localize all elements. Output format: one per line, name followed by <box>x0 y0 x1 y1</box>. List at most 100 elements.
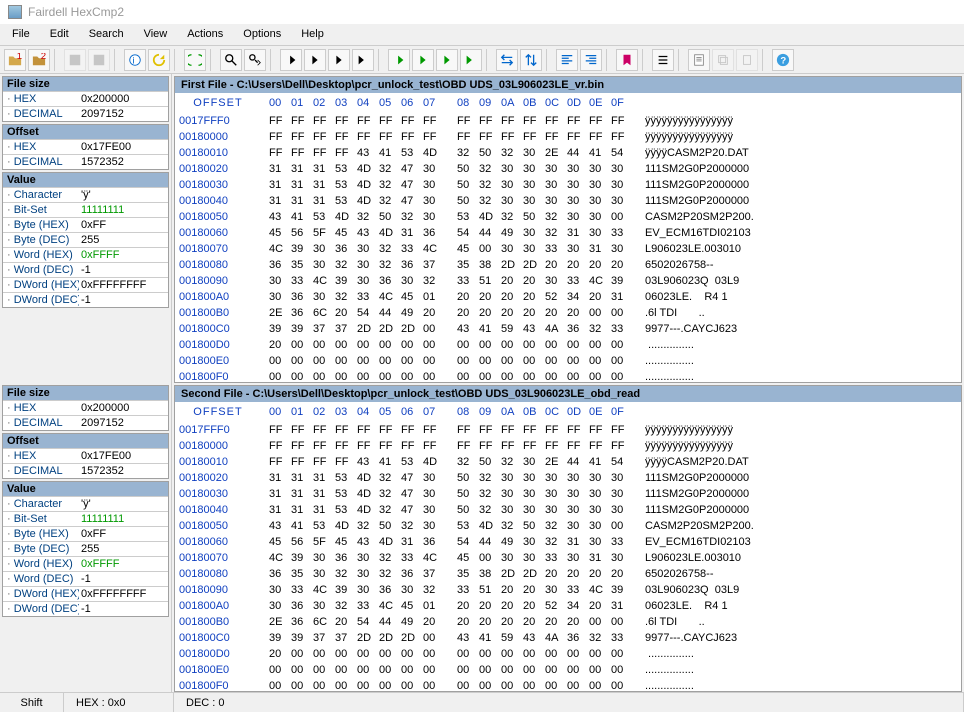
first-match-button[interactable] <box>388 49 410 71</box>
hex-byte[interactable]: 32 <box>401 209 423 225</box>
hex-ascii[interactable]: ............... <box>633 646 957 662</box>
hex-byte[interactable]: 39 <box>291 550 313 566</box>
hex-byte[interactable]: 44 <box>379 305 401 321</box>
hex-byte[interactable]: 00 <box>335 646 357 662</box>
hex-byte[interactable]: 2D <box>501 566 523 582</box>
hex-byte[interactable]: 00 <box>423 662 445 678</box>
hex-byte[interactable]: 00 <box>611 353 633 369</box>
hex-byte[interactable]: 20 <box>611 257 633 273</box>
hex-row[interactable]: 001800E000000000000000000000000000000000… <box>175 353 961 369</box>
hex-byte[interactable]: 32 <box>545 534 567 550</box>
hex-byte[interactable]: 00 <box>291 646 313 662</box>
hex-byte[interactable]: 39 <box>269 321 291 337</box>
hex-byte[interactable]: 33 <box>291 273 313 289</box>
hex-byte[interactable]: 4A <box>545 321 567 337</box>
hex-byte[interactable]: 20 <box>523 582 545 598</box>
hex-byte[interactable]: 00 <box>269 662 291 678</box>
hex-byte[interactable]: FF <box>523 113 545 129</box>
hex-byte[interactable]: 20 <box>457 614 479 630</box>
hex-byte[interactable]: 36 <box>291 598 313 614</box>
hex-byte[interactable]: 30 <box>545 582 567 598</box>
hex-byte[interactable]: 20 <box>545 305 567 321</box>
hex-byte[interactable]: 00 <box>379 646 401 662</box>
hex-byte[interactable]: 36 <box>567 321 589 337</box>
hex-row[interactable]: 00180080363530323032363735382D2D20202020… <box>175 257 961 273</box>
hex-byte[interactable]: 50 <box>523 209 545 225</box>
hex-ascii[interactable]: CASM2P20SM2P200. <box>633 209 957 225</box>
hex-byte[interactable]: 34 <box>567 598 589 614</box>
last-match-button[interactable] <box>460 49 482 71</box>
hex-byte[interactable]: 20 <box>545 566 567 582</box>
hex-byte[interactable]: 00 <box>335 337 357 353</box>
hex-byte[interactable]: 4A <box>545 630 567 646</box>
hex-byte[interactable]: 32 <box>423 273 445 289</box>
hex-byte[interactable]: 4D <box>423 454 445 470</box>
menu-actions[interactable]: Actions <box>179 26 231 43</box>
hex-byte[interactable]: 43 <box>357 225 379 241</box>
hex-byte[interactable]: 36 <box>401 566 423 582</box>
hex-byte[interactable]: 36 <box>291 614 313 630</box>
hex-byte[interactable]: 33 <box>611 321 633 337</box>
hex-byte[interactable]: 00 <box>313 369 335 382</box>
hex-byte[interactable]: FF <box>313 438 335 454</box>
hex-byte[interactable]: 30 <box>423 470 445 486</box>
hex-byte[interactable]: 00 <box>357 662 379 678</box>
hex-byte[interactable]: 30 <box>567 550 589 566</box>
hex-byte[interactable]: 30 <box>269 289 291 305</box>
hex-byte[interactable]: 00 <box>313 337 335 353</box>
hex-byte[interactable]: 00 <box>501 662 523 678</box>
hex-byte[interactable]: 00 <box>589 646 611 662</box>
hex-byte[interactable]: 38 <box>479 566 501 582</box>
hex-ascii[interactable]: ................ <box>633 678 957 691</box>
hex-byte[interactable]: 00 <box>423 630 445 646</box>
hex-byte[interactable]: 35 <box>457 257 479 273</box>
hex-byte[interactable]: 00 <box>589 305 611 321</box>
hex-ascii[interactable]: 6502026758-- <box>633 566 957 582</box>
hex-byte[interactable]: 30 <box>523 502 545 518</box>
hex-byte[interactable]: 43 <box>269 209 291 225</box>
hex-byte[interactable]: FF <box>457 129 479 145</box>
hex-byte[interactable]: 4C <box>423 550 445 566</box>
hex-byte[interactable]: 45 <box>457 550 479 566</box>
hex-byte[interactable]: 00 <box>567 646 589 662</box>
hex-byte[interactable]: 32 <box>545 518 567 534</box>
hex-row[interactable]: 0018009030334C39303630323351202030334C39… <box>175 582 961 598</box>
hex-byte[interactable]: FF <box>479 422 501 438</box>
hex-byte[interactable]: 47 <box>401 502 423 518</box>
prev-match-button[interactable] <box>412 49 434 71</box>
hex-byte[interactable]: 43 <box>457 321 479 337</box>
hex-byte[interactable]: 39 <box>291 630 313 646</box>
hex-byte[interactable]: FF <box>379 113 401 129</box>
hex-byte[interactable]: 00 <box>611 337 633 353</box>
info-button[interactable]: i <box>124 49 146 71</box>
hex-byte[interactable]: 39 <box>269 630 291 646</box>
hex-byte[interactable]: 00 <box>589 678 611 691</box>
hex-ascii[interactable]: .6l TDI .. <box>633 614 957 630</box>
hex-byte[interactable]: 00 <box>401 646 423 662</box>
hex-ascii[interactable]: L906023LE.003010 <box>633 241 957 257</box>
hex-byte[interactable]: FF <box>357 113 379 129</box>
hex-byte[interactable]: 33 <box>401 241 423 257</box>
hex-byte[interactable]: 4D <box>357 193 379 209</box>
hex-byte[interactable]: 50 <box>479 145 501 161</box>
hex-byte[interactable]: 20 <box>611 566 633 582</box>
hex-byte[interactable]: 00 <box>589 614 611 630</box>
hex-byte[interactable]: 2D <box>379 630 401 646</box>
hex-byte[interactable]: 00 <box>457 678 479 691</box>
hex-byte[interactable]: 53 <box>401 454 423 470</box>
hex-byte[interactable]: 53 <box>335 177 357 193</box>
hex-byte[interactable]: 00 <box>611 662 633 678</box>
hex-byte[interactable]: 33 <box>545 550 567 566</box>
hex-byte[interactable]: 30 <box>357 566 379 582</box>
hex-byte[interactable]: 00 <box>501 678 523 691</box>
hex-byte[interactable]: 30 <box>545 273 567 289</box>
hex-byte[interactable]: 00 <box>379 369 401 382</box>
hex-byte[interactable]: 30 <box>313 241 335 257</box>
hex-byte[interactable]: 43 <box>523 321 545 337</box>
hex-byte[interactable]: 00 <box>567 678 589 691</box>
hex-byte[interactable]: FF <box>269 438 291 454</box>
hex-byte[interactable]: 53 <box>313 209 335 225</box>
hex-byte[interactable]: 00 <box>379 353 401 369</box>
hex-byte[interactable]: 50 <box>457 193 479 209</box>
hex-byte[interactable]: 30 <box>501 470 523 486</box>
